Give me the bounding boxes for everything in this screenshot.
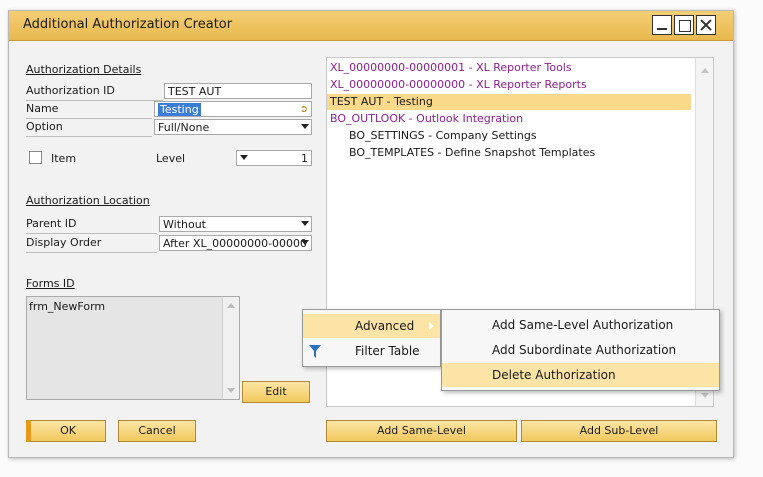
chevron-down-icon[interactable] [301, 221, 309, 226]
option-combo-value: Full/None [158, 121, 210, 134]
scroll-up-icon[interactable] [701, 68, 709, 73]
scroll-up-icon[interactable] [227, 303, 235, 308]
context-menu: Advanced Filter Table [302, 309, 441, 367]
authorization-id-label: Authorization ID [26, 84, 115, 97]
name-field[interactable]: Testing ➲ [154, 101, 312, 117]
chevron-down-icon[interactable] [301, 124, 309, 129]
scroll-down-icon[interactable] [701, 393, 709, 398]
tree-item[interactable]: XL_00000000-00000001 - XL Reporter Tools [330, 60, 572, 76]
menu-item-label: Delete Authorization [492, 368, 616, 382]
filter-icon [309, 345, 321, 358]
cancel-button[interactable]: Cancel [118, 420, 196, 442]
chevron-down-icon[interactable] [240, 155, 248, 160]
menu-item-add-subordinate-authorization[interactable]: Add Subordinate Authorization [442, 338, 719, 362]
scroll-down-icon[interactable] [227, 388, 235, 393]
forms-section-label: Forms ID [26, 277, 75, 290]
list-item[interactable]: frm_NewForm [29, 300, 105, 313]
item-checkbox[interactable] [29, 151, 42, 164]
forms-scrollbar[interactable] [222, 297, 239, 399]
maximize-button[interactable] [674, 15, 694, 35]
menu-item-advanced[interactable]: Advanced [303, 314, 440, 338]
divider [26, 118, 152, 119]
submenu-arrow-icon [429, 322, 434, 330]
authorization-id-field[interactable]: TEST AUT [164, 83, 312, 99]
tree-item-selected[interactable]: TEST AUT - Testing [327, 94, 691, 110]
divider [26, 233, 157, 234]
forms-list[interactable]: frm_NewForm [26, 296, 240, 400]
window-title: Additional Authorization Creator [23, 17, 233, 32]
ok-button[interactable]: OK [26, 420, 106, 442]
tree-item[interactable]: BO_SETTINGS - Company Settings [349, 128, 537, 144]
title-bar[interactable]: Additional Authorization Creator [9, 11, 733, 41]
parent-id-label: Parent ID [26, 217, 77, 230]
level-value: 1 [301, 152, 308, 165]
level-stepper[interactable]: 1 [236, 150, 312, 166]
tree-item[interactable]: XL_00000000-00000000 - XL Reporter Repor… [330, 77, 587, 93]
menu-item-label: Add Same-Level Authorization [492, 318, 674, 332]
divider [26, 100, 163, 101]
divider [26, 136, 152, 137]
tree-item[interactable]: BO_TEMPLATES - Define Snapshot Templates [349, 145, 595, 161]
menu-item-label: Advanced [355, 319, 415, 333]
screen: Additional Authorization Creator Authori… [0, 0, 763, 477]
menu-item-label: Filter Table [355, 344, 420, 358]
menu-item-filter-table[interactable]: Filter Table [303, 339, 440, 363]
option-combo[interactable]: Full/None [154, 119, 312, 135]
menu-item-label: Add Subordinate Authorization [492, 343, 677, 357]
menu-item-add-same-level-authorization[interactable]: Add Same-Level Authorization [442, 313, 719, 337]
parent-id-value: Without [163, 218, 206, 231]
details-section-label: Authorization Details [26, 63, 142, 76]
add-same-level-button[interactable]: Add Same-Level [326, 420, 517, 442]
edit-button[interactable]: Edit [242, 381, 310, 403]
minimize-button[interactable] [652, 15, 672, 35]
add-sub-level-button[interactable]: Add Sub-Level [521, 420, 717, 442]
menu-item-delete-authorization[interactable]: Delete Authorization [442, 363, 719, 387]
display-order-label: Display Order [26, 236, 102, 249]
item-label: Item [51, 152, 77, 165]
divider [26, 252, 157, 253]
parent-id-combo[interactable]: Without [159, 216, 312, 232]
level-label: Level [156, 152, 186, 165]
option-label: Option [26, 120, 63, 133]
chevron-down-icon[interactable] [301, 240, 309, 245]
close-button[interactable] [696, 15, 716, 35]
link-arrow-icon[interactable]: ➲ [300, 104, 308, 115]
name-field-value: Testing [158, 103, 201, 116]
advanced-submenu: Add Same-Level Authorization Add Subordi… [441, 309, 720, 391]
location-section-label: Authorization Location [26, 194, 150, 207]
display-order-combo[interactable]: After XL_00000000-00000 [159, 235, 312, 251]
tree-item[interactable]: BO_OUTLOOK - Outlook Integration [330, 111, 523, 127]
display-order-value: After XL_00000000-00000 [163, 237, 308, 250]
name-label: Name [26, 102, 59, 115]
